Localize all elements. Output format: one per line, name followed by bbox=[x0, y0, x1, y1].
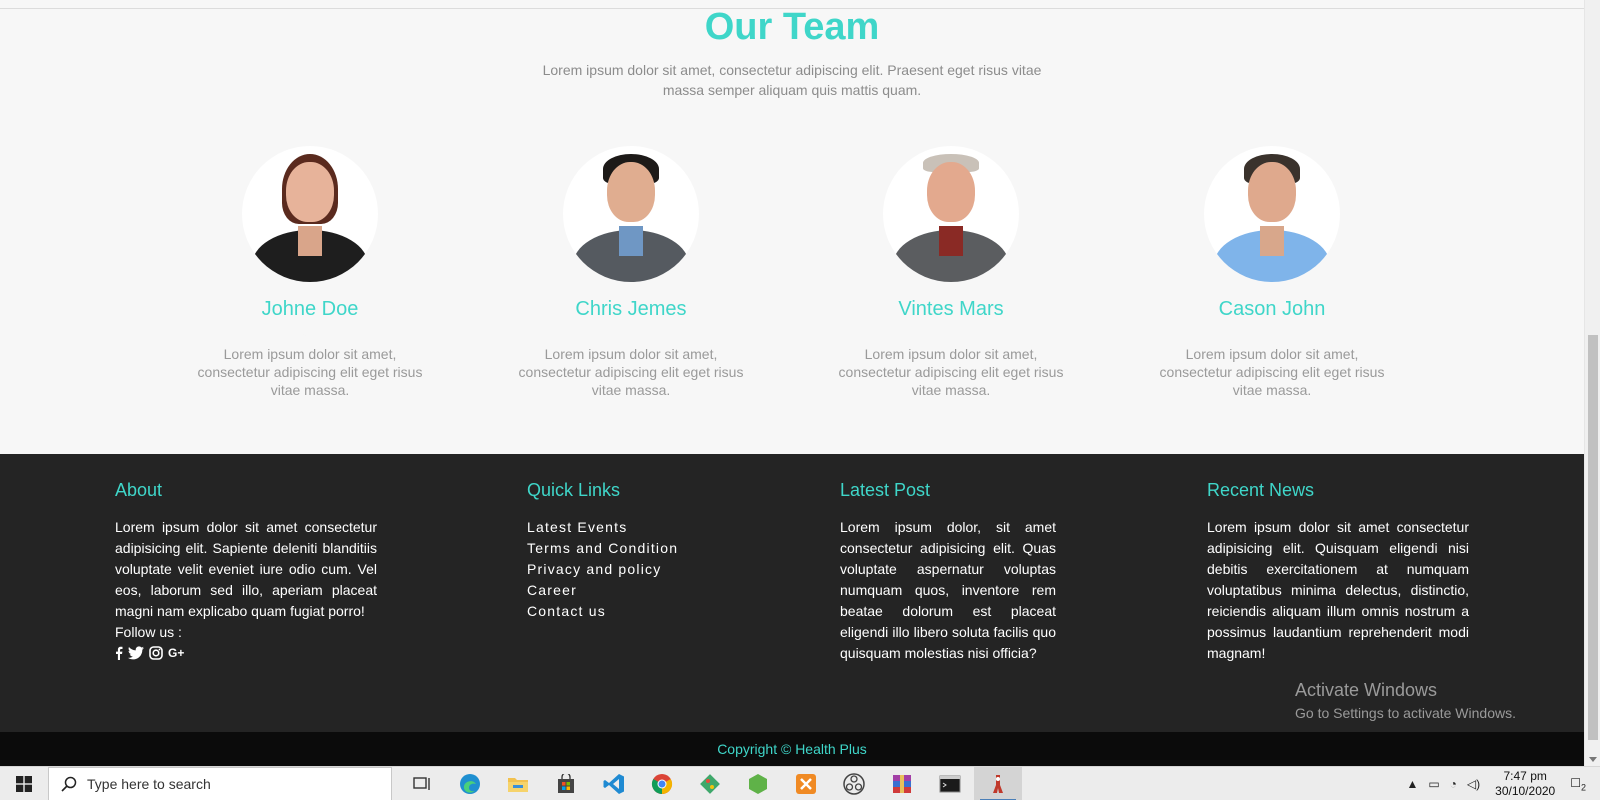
windows-logo-icon bbox=[16, 775, 32, 792]
member-description: Lorem ipsum dolor sit amet, consectetur … bbox=[197, 346, 423, 398]
task-view-icon[interactable] bbox=[398, 767, 446, 800]
notification-center-icon[interactable]: ☐2 bbox=[1570, 776, 1586, 792]
activate-windows-watermark: Activate Windows Go to Settings to activ… bbox=[1295, 680, 1516, 721]
chrome-icon[interactable] bbox=[638, 767, 686, 800]
quick-link-career[interactable]: Career bbox=[527, 580, 727, 601]
footer-recent-news: Recent News Lorem ipsum dolor sit amet c… bbox=[1207, 480, 1469, 664]
team-member-card: Cason John Marketing Lorem ipsum dolor s… bbox=[1152, 146, 1392, 399]
obs-icon[interactable] bbox=[830, 767, 878, 800]
footer-about-heading: About bbox=[115, 480, 163, 500]
footer-about-text: Lorem ipsum dolor sit amet consectetur a… bbox=[115, 519, 377, 619]
clock-time: 7:47 pm bbox=[1503, 769, 1547, 783]
member-role: Marketing bbox=[1247, 327, 1297, 339]
quick-link-terms[interactable]: Terms and Condition bbox=[527, 538, 727, 559]
team-subtitle: Lorem ipsum dolor sit amet, consectetur … bbox=[542, 62, 1042, 98]
vertical-scrollbar[interactable] bbox=[1584, 0, 1600, 766]
winrar-icon[interactable] bbox=[878, 767, 926, 800]
member-name: Chris Jemes bbox=[575, 298, 687, 320]
clock-date: 30/10/2020 bbox=[1495, 784, 1556, 798]
volume-icon[interactable]: ◁) bbox=[1467, 777, 1480, 791]
twitter-icon[interactable] bbox=[128, 646, 144, 660]
file-explorer-icon[interactable] bbox=[494, 767, 542, 800]
windows-taskbar: Type here to search ▲ ▭ ◔ ◁) 7:47 pm 30/… bbox=[0, 766, 1600, 800]
member-photo bbox=[883, 146, 1019, 282]
xampp-icon[interactable] bbox=[782, 767, 830, 800]
battery-icon[interactable]: ▭ bbox=[1428, 777, 1439, 791]
team-member-card: Johne Doe Founder Lorem ipsum dolor sit … bbox=[190, 146, 430, 399]
taskbar-clock[interactable]: 7:47 pm 30/10/2020 bbox=[1495, 769, 1555, 799]
member-role: Technical bbox=[928, 327, 974, 339]
facebook-icon[interactable] bbox=[115, 646, 123, 660]
node-icon[interactable] bbox=[734, 767, 782, 800]
quick-link-contact[interactable]: Contact us bbox=[527, 601, 727, 622]
watermark-title: Activate Windows bbox=[1295, 680, 1438, 700]
member-description: Lorem ipsum dolor sit amet, consectetur … bbox=[518, 346, 744, 398]
footer-latest-post-heading: Latest Post bbox=[840, 480, 931, 500]
search-icon bbox=[61, 776, 77, 792]
member-photo bbox=[1204, 146, 1340, 282]
edge-icon[interactable] bbox=[446, 767, 494, 800]
social-links: G+ bbox=[115, 646, 377, 660]
taskbar-search-box[interactable]: Type here to search bbox=[48, 766, 392, 800]
quick-link-latest-events[interactable]: Latest Events bbox=[527, 517, 727, 538]
instagram-icon[interactable] bbox=[149, 646, 163, 660]
footer-recent-news-text: Lorem ipsum dolor sit amet consectetur a… bbox=[1207, 519, 1469, 661]
search-placeholder: Type here to search bbox=[87, 775, 211, 792]
footer-latest-post: Latest Post Lorem ipsum dolor, sit amet … bbox=[840, 480, 1056, 664]
footer-recent-news-heading: Recent News bbox=[1207, 480, 1315, 500]
team-title: Our Team bbox=[704, 6, 880, 48]
quick-link-privacy[interactable]: Privacy and policy bbox=[527, 559, 727, 580]
footer-about: About Lorem ipsum dolor sit amet consect… bbox=[115, 480, 377, 660]
member-name: Vintes Mars bbox=[898, 298, 1004, 320]
footer-quick-links-heading: Quick Links bbox=[527, 480, 621, 500]
network-icon[interactable]: ◔ bbox=[1450, 777, 1457, 791]
member-description: Lorem ipsum dolor sit amet, consectetur … bbox=[838, 346, 1064, 398]
watermark-subtitle: Go to Settings to activate Windows. bbox=[1295, 705, 1516, 721]
team-member-card: Chris Jemes Marketing Lorem ipsum dolor … bbox=[511, 146, 751, 399]
scroll-down-arrow-icon[interactable] bbox=[1589, 757, 1597, 762]
notification-count: 2 bbox=[1580, 782, 1586, 793]
scrollbar-thumb[interactable] bbox=[1588, 335, 1598, 740]
start-button[interactable] bbox=[0, 767, 48, 800]
member-role: Marketing bbox=[606, 327, 656, 339]
member-name: Cason John bbox=[1218, 298, 1326, 320]
copyright-bar: Copyright © Health Plus bbox=[0, 732, 1584, 766]
store-icon[interactable] bbox=[542, 767, 590, 800]
member-name: Johne Doe bbox=[261, 298, 359, 320]
chevron-up-icon[interactable]: ▲ bbox=[1406, 777, 1418, 791]
member-role: Founder bbox=[289, 327, 331, 339]
member-photo bbox=[563, 146, 699, 282]
member-description: Lorem ipsum dolor sit amet, consectetur … bbox=[1159, 346, 1385, 398]
vscode-icon[interactable] bbox=[590, 767, 638, 800]
google-plus-icon[interactable]: G+ bbox=[168, 646, 184, 660]
git-icon[interactable] bbox=[686, 767, 734, 800]
terminal-icon[interactable] bbox=[926, 767, 974, 800]
taskbar-apps bbox=[398, 766, 1022, 800]
team-member-card: Vintes Mars Technical Lorem ipsum dolor … bbox=[831, 146, 1071, 399]
footer-latest-post-text: Lorem ipsum dolor, sit amet consectetur … bbox=[840, 519, 1056, 661]
footer-quick-links: Quick Links Latest Events Terms and Cond… bbox=[527, 480, 727, 622]
system-tray: ▲ ▭ ◔ ◁) 7:47 pm 30/10/2020 ☐2 bbox=[1401, 767, 1600, 800]
member-photo bbox=[242, 146, 378, 282]
paint-icon[interactable] bbox=[974, 766, 1022, 800]
browser-viewport: Our Team Lorem ipsum dolor sit amet, con… bbox=[0, 0, 1584, 766]
follow-us-label: Follow us : bbox=[115, 624, 182, 640]
